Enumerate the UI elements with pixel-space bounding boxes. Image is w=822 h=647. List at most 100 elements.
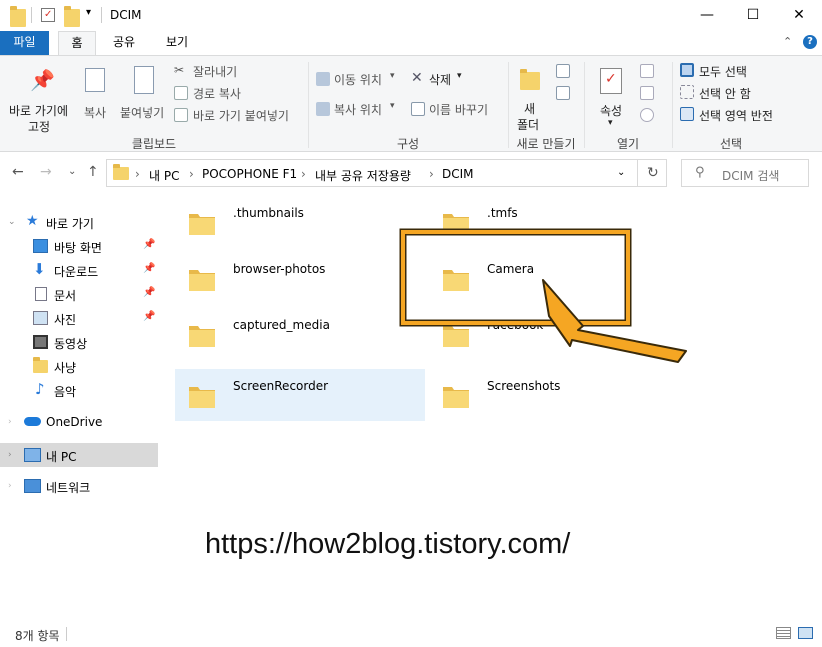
help-icon[interactable]: ? [803, 35, 817, 49]
tab-file[interactable]: 파일 [0, 31, 49, 55]
sidebar-item-music[interactable]: ♪ 음악 [0, 378, 158, 402]
paste-button[interactable]: 붙여넣기 [118, 62, 170, 132]
address-bar[interactable]: › 내 PC › POCOPHONE F1 › 내부 공유 저장용량 › DCI… [106, 159, 667, 187]
folder-icon [443, 270, 469, 291]
select-all-button[interactable]: 모두 선택 [680, 62, 780, 80]
sidebar-item-desktop[interactable]: 바탕 화면 📌 [0, 234, 158, 258]
up-arrow-icon[interactable]: ↑ [87, 164, 99, 180]
folder-icon [113, 164, 129, 180]
invert-selection-icon [680, 107, 694, 121]
copy-path-button[interactable]: 경로 복사 [174, 84, 274, 102]
properties-button[interactable]: ✓ 속성 ▾ [594, 62, 634, 132]
chevron-up-icon[interactable]: ⌃ [783, 35, 792, 48]
folder-item[interactable]: Facebook [429, 308, 679, 360]
folder-item[interactable]: .tmfs [429, 196, 679, 248]
easy-access-icon[interactable] [556, 86, 570, 100]
watermark-url: https://how2blog.tistory.com/ [205, 528, 571, 560]
pin-to-quick-access-button[interactable]: 📌 바로 가기에 고정 [4, 62, 76, 134]
recent-locations-icon[interactable]: ⌄ [68, 166, 76, 177]
sidebar-item-this-pc[interactable]: › 내 PC [0, 443, 158, 467]
pin-icon: 📌 [143, 239, 156, 250]
select-none-icon [680, 85, 694, 99]
close-icon: ✕ [793, 7, 805, 23]
sidebar-item-hunt-folder[interactable]: 사냥 [0, 354, 158, 378]
invert-selection-button[interactable]: 선택 영역 반전 [680, 106, 790, 124]
item-count: 8개 항목 [15, 629, 60, 643]
select-none-button[interactable]: 선택 안 함 [680, 84, 780, 102]
folder-item[interactable]: browser-photos [175, 252, 425, 304]
folder-item[interactable]: Screenshots [429, 369, 679, 421]
chevron-right-icon: › [8, 450, 12, 460]
sidebar-item-label: 문서 [54, 289, 77, 303]
document-icon [35, 287, 47, 301]
sidebar-item-network[interactable]: › 네트워크 [0, 474, 158, 498]
copy-path-label: 경로 복사 [193, 87, 241, 101]
new-folder-button[interactable]: 새 폴더 [514, 62, 546, 132]
folder-item[interactable]: captured_media [175, 308, 425, 360]
download-icon: ⬇ [33, 260, 46, 278]
tab-view[interactable]: 보기 [157, 31, 197, 55]
delete-button[interactable]: ✕ 삭제 ▾ [411, 70, 471, 88]
tab-share[interactable]: 공유 [104, 31, 144, 55]
paste-shortcut-button[interactable]: 바로 가기 붙여넣기 [174, 106, 302, 124]
new-item-icon[interactable] [556, 64, 570, 78]
edit-icon[interactable] [640, 86, 654, 100]
folder-item[interactable]: .thumbnails [175, 196, 425, 248]
folder-name: .tmfs [487, 206, 518, 220]
cut-button[interactable]: ✂ 잘라내기 [174, 62, 274, 80]
rename-button[interactable]: 이름 바꾸기 [411, 100, 501, 118]
group-label-open: 열기 [616, 137, 640, 151]
breadcrumb-device[interactable]: POCOPHONE F1 [202, 167, 297, 181]
chevron-right-icon: › [8, 417, 12, 427]
sidebar-item-documents[interactable]: 문서 📌 [0, 282, 158, 306]
navigation-pane: ⌄ ★ 바로 가기 바탕 화면 📌 ⬇ 다운로드 📌 문서 📌 사진 📌 동영상… [0, 200, 158, 580]
details-view-icon[interactable] [776, 627, 791, 639]
pin-icon: 📌 [143, 311, 156, 322]
address-dropdown-icon[interactable]: ⌄ [617, 167, 625, 178]
new-folder-quick-icon[interactable] [64, 6, 80, 27]
status-bar: 8개 항목 [0, 620, 822, 647]
paste-shortcut-icon [174, 108, 188, 122]
copy-to-button[interactable]: 복사 위치 ▾ [316, 100, 402, 118]
refresh-icon[interactable]: ↻ [647, 165, 659, 181]
folder-item[interactable]: Camera [429, 252, 679, 304]
pin-icon: 📌 [143, 287, 156, 298]
sidebar-item-pictures[interactable]: 사진 📌 [0, 306, 158, 330]
move-to-button[interactable]: 이동 위치 ▾ [316, 70, 402, 88]
delete-label: 삭제 [429, 73, 452, 87]
sidebar-item-downloads[interactable]: ⬇ 다운로드 📌 [0, 258, 158, 282]
folder-name: captured_media [233, 318, 330, 332]
copy-button[interactable]: 복사 [80, 62, 114, 132]
minimize-button[interactable]: — [684, 0, 730, 30]
pin-icon: 📌 [30, 68, 55, 92]
search-icon: ⚲ [695, 165, 705, 180]
forward-arrow-icon[interactable]: → [40, 164, 52, 180]
folder-item[interactable]: ScreenRecorder [175, 369, 425, 421]
close-button[interactable]: ✕ [776, 0, 822, 30]
properties-quick-icon[interactable]: ✓ [41, 8, 55, 22]
open-icon[interactable] [640, 64, 654, 78]
desktop-icon [33, 239, 48, 253]
breadcrumb-dcim[interactable]: DCIM [442, 167, 474, 181]
pin-label: 바로 가기에 [9, 104, 69, 118]
sidebar-item-quick-access[interactable]: ⌄ ★ 바로 가기 [0, 210, 158, 234]
navigation-bar: ← → ⌄ ↑ › 내 PC › POCOPHONE F1 › 내부 공유 저장… [0, 158, 822, 188]
history-icon[interactable] [640, 108, 654, 122]
tab-home[interactable]: 홈 [58, 31, 96, 56]
sidebar-item-label: 음악 [54, 385, 77, 399]
search-box[interactable]: ⚲ DCIM 검색 [681, 159, 809, 187]
breadcrumb-this-pc[interactable]: 내 PC [149, 167, 179, 184]
minimize-icon: — [700, 7, 714, 23]
maximize-button[interactable]: ☐ [730, 0, 776, 30]
sidebar-item-onedrive[interactable]: › OneDrive [0, 410, 158, 434]
search-input[interactable]: DCIM 검색 [722, 167, 779, 184]
large-icons-view-icon[interactable] [798, 627, 813, 639]
onedrive-icon [24, 417, 41, 426]
back-arrow-icon[interactable]: ← [12, 164, 24, 180]
chevron-right-icon: › [429, 167, 434, 181]
breadcrumb-storage[interactable]: 내부 공유 저장용량 [315, 167, 411, 184]
sidebar-item-videos[interactable]: 동영상 [0, 330, 158, 354]
properties-label: 속성 [600, 104, 623, 118]
customize-quick-access-icon[interactable]: ▾ [86, 7, 91, 18]
folder-icon [443, 214, 469, 235]
